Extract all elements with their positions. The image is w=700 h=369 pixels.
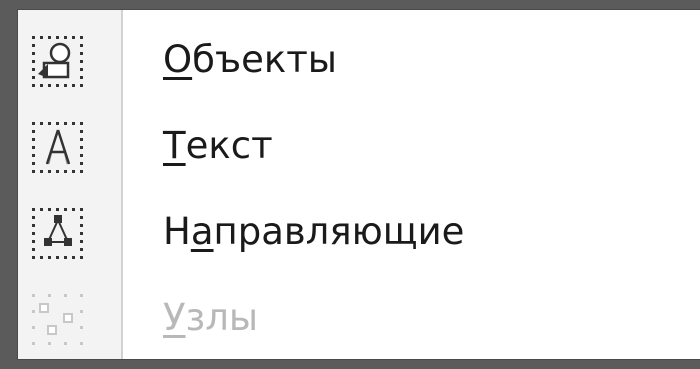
- label-rest: злы: [185, 296, 259, 339]
- menu-item-label: Объекты: [163, 16, 337, 104]
- menu-item-nodes: Узлы: [18, 274, 700, 362]
- menu-item-label: Направляющие: [163, 188, 464, 276]
- mnemonic-letter: У: [163, 296, 186, 339]
- mnemonic-letter: Т: [163, 124, 186, 167]
- menu-item-label: Узлы: [163, 274, 258, 362]
- menu-item-guides[interactable]: Направляющие: [18, 188, 700, 276]
- label-rest: правляющие: [213, 210, 465, 253]
- snap-text-icon: [30, 120, 86, 176]
- snap-guides-icon: [30, 206, 86, 262]
- label-rest: екст: [185, 124, 273, 167]
- mnemonic-letter: а: [190, 210, 214, 253]
- label-rest: бъекты: [192, 38, 337, 81]
- mnemonic-letter: О: [163, 38, 193, 81]
- label-before: Н: [163, 210, 191, 253]
- screenshot-frame: Объекты Текст Направляющие Узлы: [0, 0, 700, 369]
- snap-context-menu: Объекты Текст Направляющие Узлы: [18, 10, 700, 359]
- menu-item-label: Текст: [163, 102, 273, 190]
- menu-item-objects[interactable]: Объекты: [18, 16, 700, 104]
- snap-objects-icon: [30, 34, 86, 90]
- snap-nodes-icon: [30, 292, 86, 348]
- menu-item-text[interactable]: Текст: [18, 102, 700, 190]
